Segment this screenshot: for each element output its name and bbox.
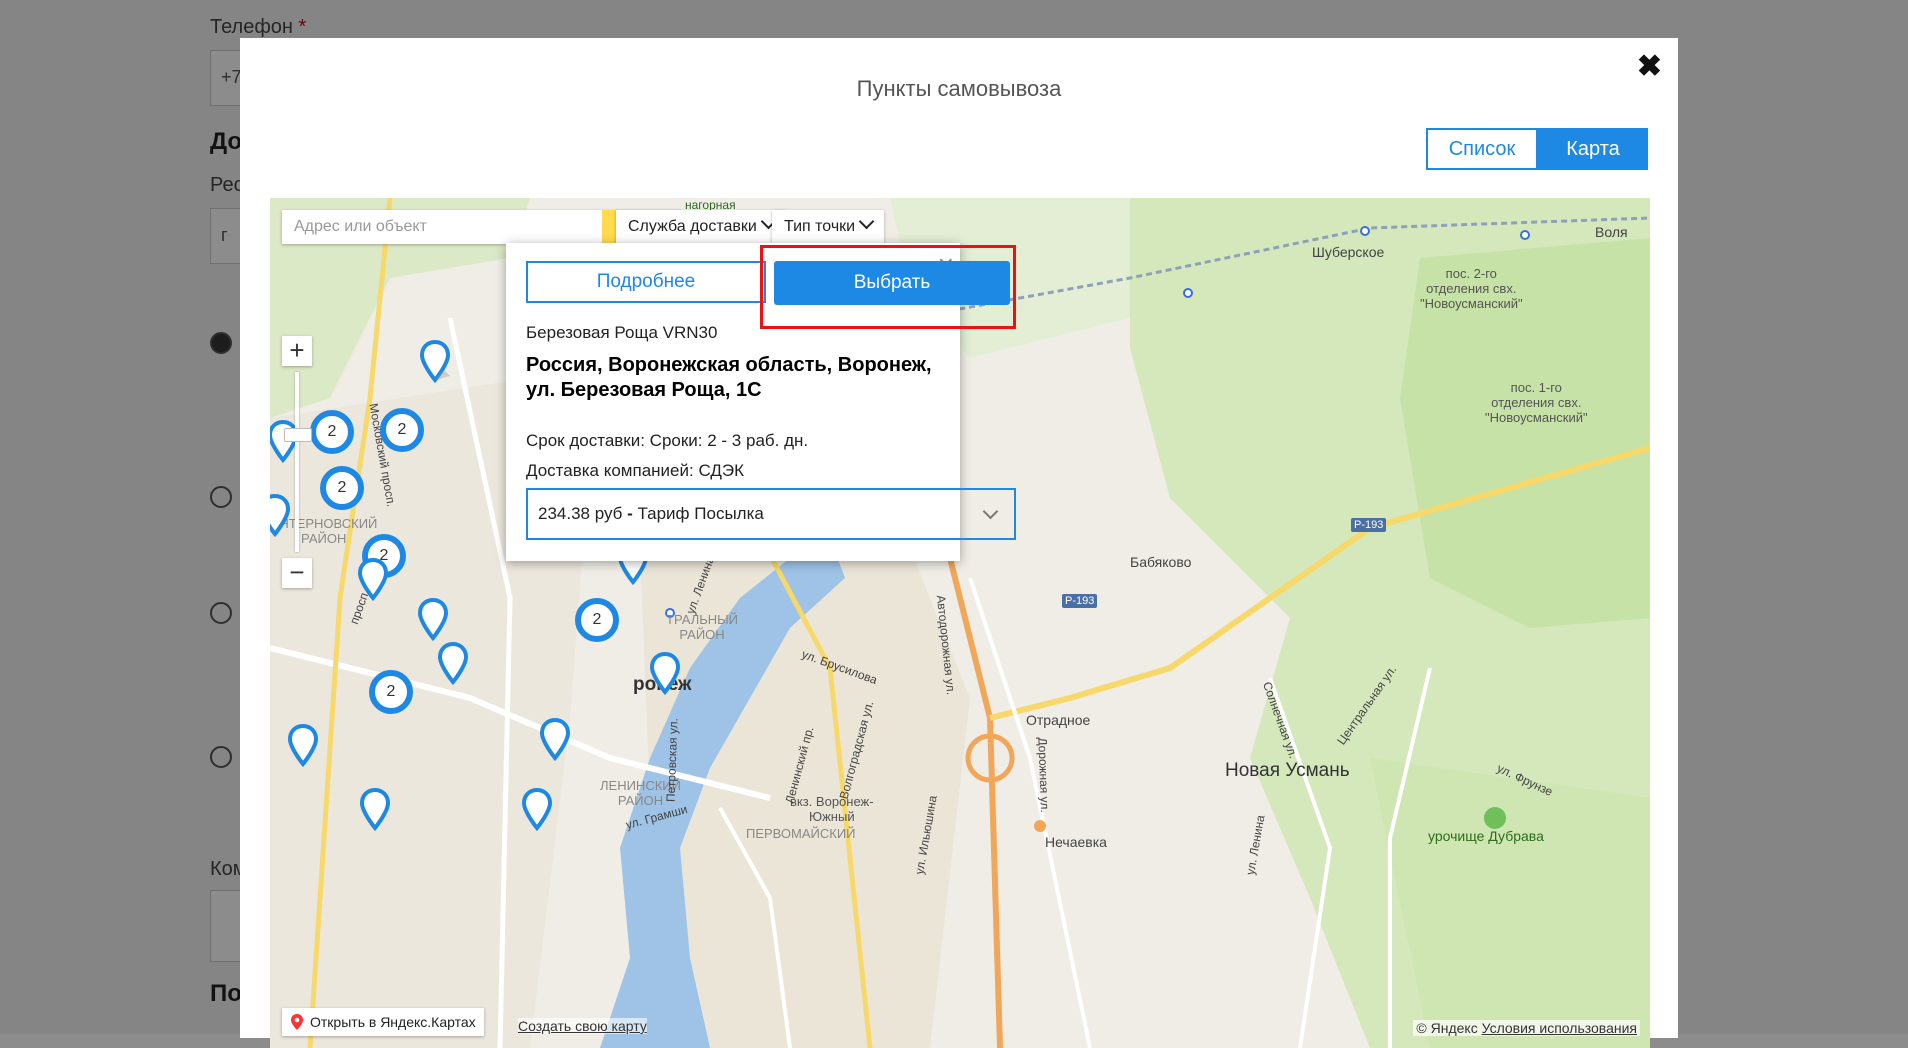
open-yandex-label: Открыть в Яндекс.Картах [310, 1014, 476, 1030]
map-marker-icon [291, 1014, 303, 1030]
place-volya: Воля [1595, 224, 1628, 240]
delivery-time: Срок доставки: Сроки: 2 - 3 раб. дн. [526, 431, 809, 450]
place-pos1: пос. 1-го отделения свх. "Новоусманский" [1485, 380, 1588, 425]
modal-title: Пункты самовывоза [856, 76, 1062, 101]
zoom-in-button[interactable]: + [282, 336, 312, 366]
street-petrovskaya: Петровская ул. [663, 717, 681, 803]
map-pin-icon[interactable] [360, 788, 390, 832]
view-toggle: Список Карта [1426, 128, 1648, 170]
place-central: ТРАЛЬНЫЙ РАЙОН [666, 612, 739, 642]
zoom-out-button[interactable]: − [282, 558, 312, 588]
road-r193-a: Р-193 [1351, 518, 1387, 532]
place-shuberskoe: Шуберское [1312, 244, 1385, 260]
street-dorozhnaya: Дорожная ул. [1035, 737, 1053, 813]
chevron-down-icon [982, 503, 999, 520]
details-button[interactable]: Подробнее [526, 261, 766, 303]
pickup-point-balloon: × Подробнее Выбрать Березовая Роща VRN30… [506, 243, 1016, 561]
map-search-input[interactable] [282, 210, 602, 244]
map-pin-icon[interactable] [650, 652, 680, 696]
map-pin-icon[interactable] [522, 788, 552, 832]
zoom-slider[interactable] [284, 372, 312, 552]
delivery-service-filter[interactable]: Служба доставки [616, 210, 786, 244]
point-type-filter[interactable]: Тип точки [772, 210, 885, 244]
cluster-marker[interactable]: 2 [310, 410, 354, 454]
map-area[interactable]: Шуберское Воля пос. 2-го отделения свх. "Н… [270, 198, 1650, 1048]
tariff-select[interactable]: 234.38 руб - Тариф Посылка [526, 488, 1016, 540]
map-pin-icon[interactable] [540, 718, 570, 762]
map-pin-icon[interactable] [288, 724, 318, 768]
close-icon[interactable]: ✖ [1637, 52, 1662, 82]
place-pervomaysky: ПЕРВОМАЙСКИЙ [746, 826, 856, 841]
point-address: Россия, Воронежская область, Воронеж, ул… [526, 354, 932, 401]
map-pin-icon[interactable] [418, 598, 448, 642]
cluster-marker[interactable]: 2 [320, 466, 364, 510]
tariff-name: Тариф Посылка [637, 504, 764, 523]
zoom-handle[interactable] [284, 428, 312, 442]
tariff-price: 234.38 руб [538, 504, 623, 523]
road-r193-b: Р-193 [1062, 594, 1098, 608]
point-name: Березовая Роща VRN30 [526, 323, 718, 342]
delivery-service-label: Служба доставки [628, 218, 757, 235]
chevron-down-icon [858, 213, 875, 230]
cluster-marker[interactable]: 2 [369, 670, 413, 714]
place-dubrava: урочище Дубрава [1428, 828, 1544, 844]
map-pin-icon[interactable] [420, 340, 450, 384]
place-otradnoe: Отрадное [1026, 712, 1091, 728]
pickup-modal: Пункты самовывоза ✖ Список Карта Шуберск… [240, 38, 1678, 1048]
cluster-marker[interactable]: 2 [575, 598, 619, 642]
tariff-separator: - [622, 504, 638, 523]
zoom-control: + − [282, 336, 312, 588]
map-pin-icon[interactable] [438, 642, 468, 686]
cluster-marker[interactable]: 2 [380, 408, 424, 452]
place-yuzhny: вкз. Воронеж- Южный [790, 794, 874, 824]
create-map-link[interactable]: Создать свою карту [518, 1018, 647, 1034]
place-novaya-usman: Новая Усмань [1225, 760, 1350, 781]
point-type-label: Тип точки [784, 218, 856, 235]
open-yandex-maps-button[interactable]: Открыть в Яндекс.Картах [282, 1008, 484, 1036]
map-pin-icon[interactable] [358, 558, 388, 602]
map-view-button[interactable]: Карта [1538, 128, 1648, 170]
select-button[interactable]: Выбрать [774, 261, 1010, 305]
place-nechaevka: Нечаевка [1045, 834, 1107, 850]
place-babyakovo: Бабяково [1130, 554, 1192, 570]
place-pos2: пос. 2-го отделения свх. "Новоусманский" [1420, 266, 1523, 311]
delivery-company: Доставка компанией: СДЭК [526, 461, 744, 480]
list-view-button[interactable]: Список [1426, 128, 1538, 170]
